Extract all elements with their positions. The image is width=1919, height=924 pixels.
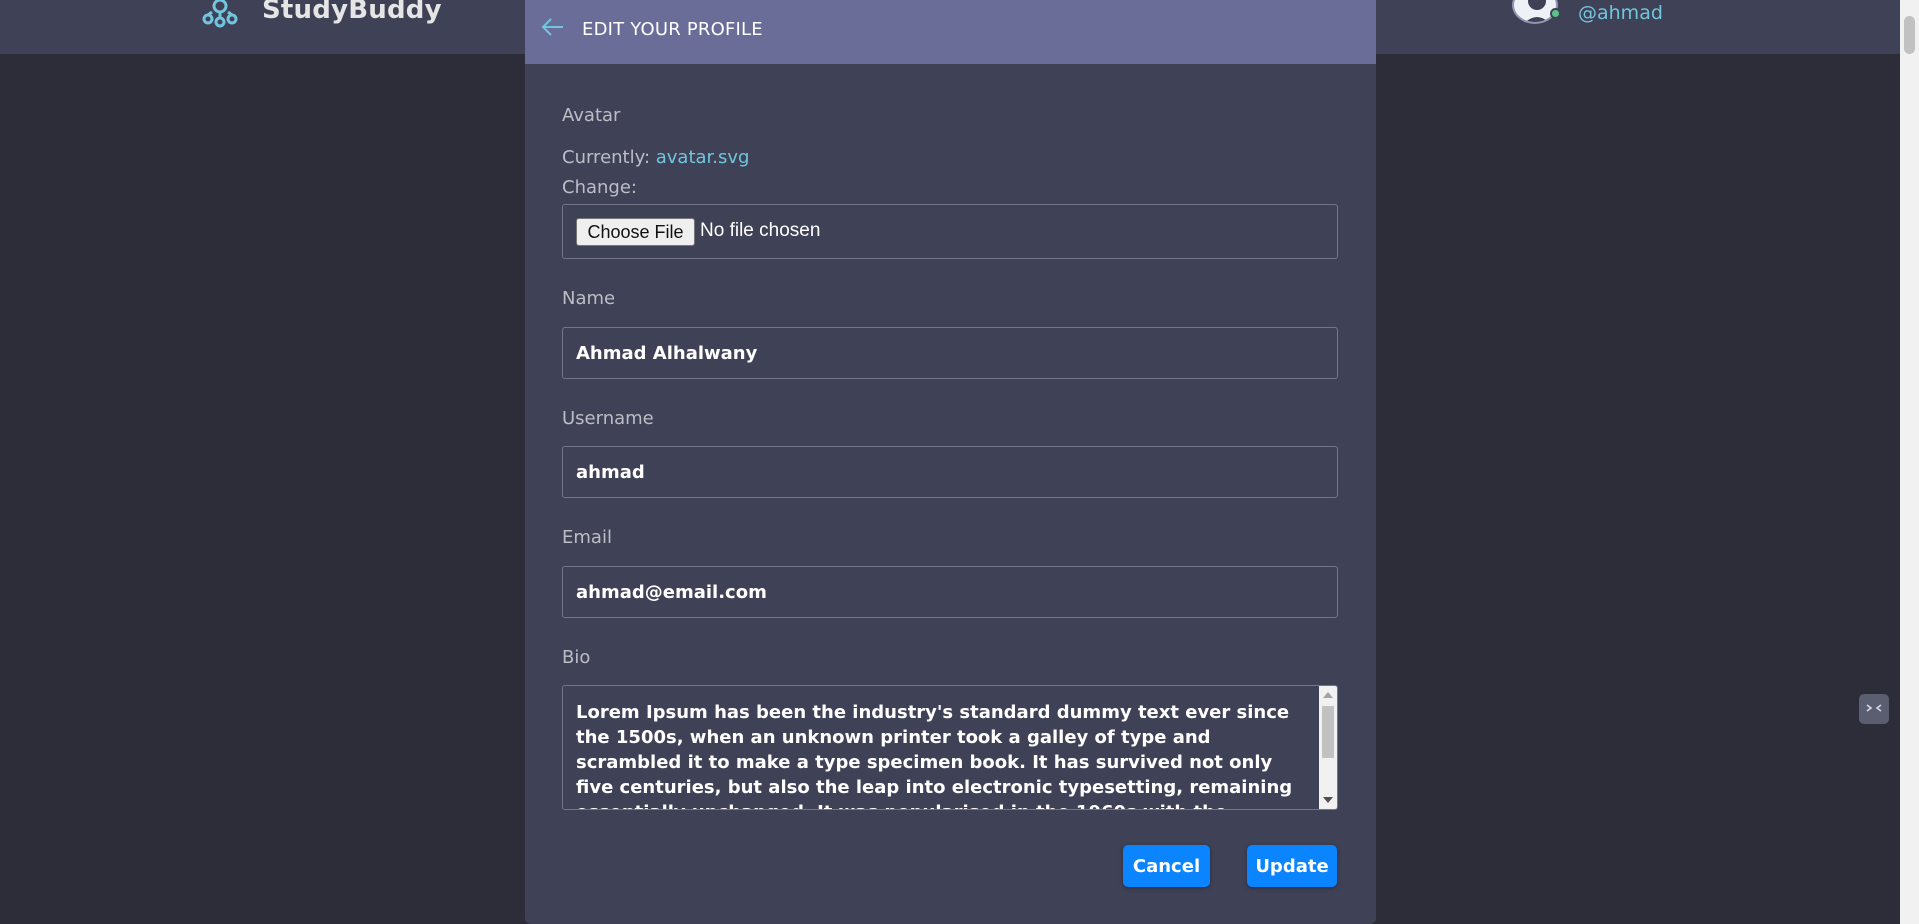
current-avatar-link[interactable]: avatar.svg bbox=[656, 147, 750, 168]
change-label: Change: bbox=[562, 177, 637, 198]
cancel-button[interactable]: Cancel bbox=[1123, 845, 1210, 887]
arrow-left-icon[interactable] bbox=[541, 16, 565, 38]
modal-title: EDIT YOUR PROFILE bbox=[582, 19, 763, 40]
user-handle[interactable]: @ahmad bbox=[1578, 2, 1663, 24]
online-status-dot bbox=[1550, 8, 1561, 19]
name-label: Name bbox=[562, 288, 616, 309]
currently-prefix: Currently: bbox=[562, 147, 651, 168]
email-label: Email bbox=[562, 527, 612, 548]
page-scrollbar[interactable] bbox=[1900, 0, 1919, 924]
side-widget[interactable] bbox=[1859, 694, 1889, 724]
bio-label: Bio bbox=[562, 647, 591, 668]
name-input[interactable]: Ahmad Alhalwany bbox=[562, 327, 1338, 379]
page: StudyBuddy @ahmad EDIT YOUR PROFILE Avat… bbox=[0, 0, 1919, 924]
brand-logo[interactable]: StudyBuddy bbox=[198, 0, 442, 28]
bio-scrollbar[interactable] bbox=[1319, 686, 1337, 809]
email-input[interactable]: ahmad@email.com bbox=[562, 566, 1338, 618]
username-input[interactable]: ahmad bbox=[562, 446, 1338, 498]
widget-face-icon bbox=[1866, 704, 1882, 712]
scroll-down-icon[interactable] bbox=[1323, 797, 1333, 803]
avatar-file-input[interactable]: Choose File No file chosen bbox=[562, 204, 1338, 259]
edit-profile-modal: EDIT YOUR PROFILE Avatar Currently: avat… bbox=[525, 0, 1376, 924]
page-scroll-thumb[interactable] bbox=[1904, 16, 1915, 54]
avatar-label: Avatar bbox=[562, 105, 621, 126]
bio-textarea[interactable]: Lorem Ipsum has been the industry's stan… bbox=[562, 685, 1338, 810]
choose-file-button[interactable]: Choose File bbox=[576, 218, 695, 246]
scroll-thumb[interactable] bbox=[1322, 706, 1334, 758]
chevron-down-icon[interactable] bbox=[1682, 0, 1698, 2]
bio-text: Lorem Ipsum has been the industry's stan… bbox=[576, 702, 1293, 809]
modal-header: EDIT YOUR PROFILE bbox=[525, 0, 1376, 64]
brand-name: StudyBuddy bbox=[262, 0, 442, 25]
update-button[interactable]: Update bbox=[1247, 845, 1337, 887]
scroll-up-icon[interactable] bbox=[1323, 692, 1333, 698]
logo-icon bbox=[202, 0, 238, 28]
file-status: No file chosen bbox=[700, 220, 821, 241]
current-avatar-line: Currently: avatar.svg bbox=[562, 147, 749, 168]
username-label: Username bbox=[562, 408, 654, 429]
